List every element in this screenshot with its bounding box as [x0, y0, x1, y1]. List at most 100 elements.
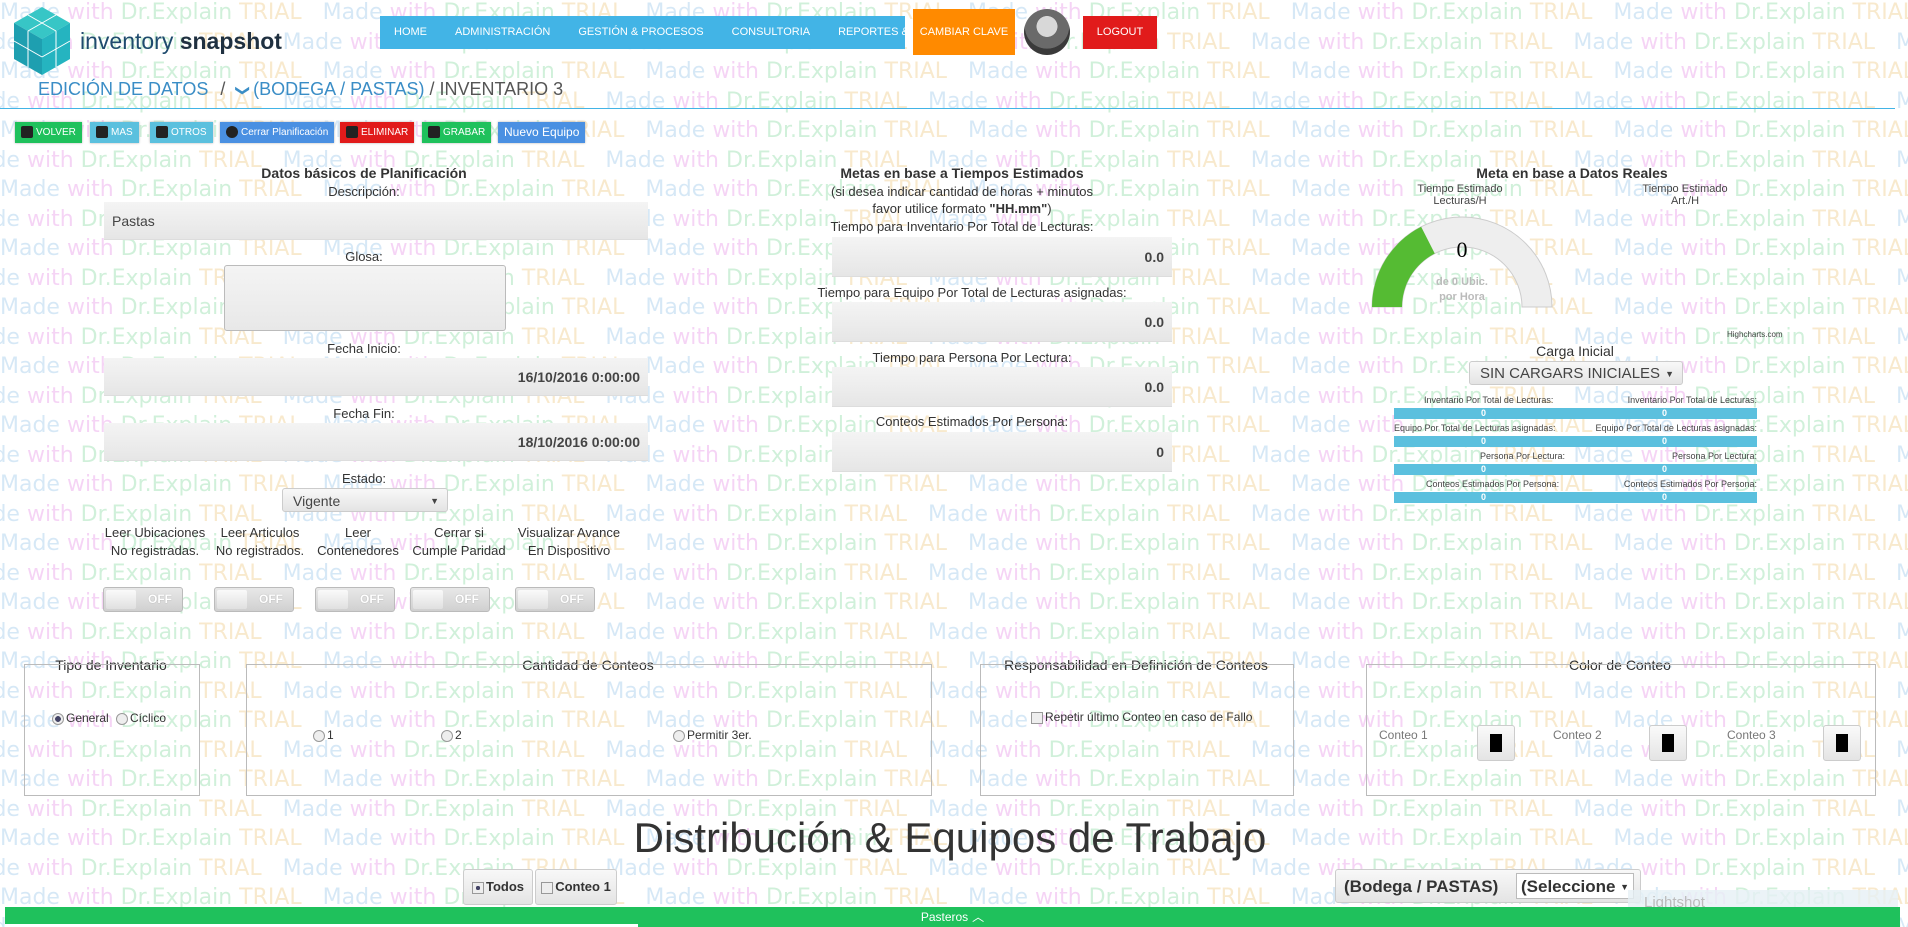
cerrar-planificacion-button[interactable]: Cerrar Planificación	[220, 122, 335, 143]
metas-section-title: Metas en base a Tiempos Estimados	[840, 165, 1084, 181]
briefcase-icon	[96, 126, 108, 139]
highcharts-credit[interactable]: Highcharts.com	[1727, 330, 1783, 339]
radio-3er[interactable]	[673, 729, 685, 742]
conteos-estimados-input[interactable]: 0	[832, 432, 1172, 472]
radio-ciclico[interactable]	[116, 712, 128, 725]
conteo-2-color-button[interactable]	[1649, 725, 1687, 761]
estado-select[interactable]: Vigente ▼	[282, 488, 448, 512]
tiempo-inventario-label: Tiempo para Inventario Por Total de Lect…	[830, 219, 1094, 234]
conteo1-filter-button[interactable]: Conteo 1	[535, 869, 617, 905]
otros-button[interactable]: OTROS	[150, 122, 213, 143]
toggle-label-articulos: Leer Articulos No registrados.	[215, 525, 305, 558]
seleccione-select[interactable]: (Seleccione ▼	[1516, 873, 1634, 899]
carga-inicial-select[interactable]: SIN CARGARS INICIALES ▼	[1469, 361, 1683, 385]
chevron-down-icon[interactable]: ❯	[235, 85, 252, 97]
responsabilidad-box: Repetir último Conteo en caso de Fallo	[980, 664, 1294, 796]
grabar-button[interactable]: GRABAR	[422, 122, 492, 143]
gauge-subtitle-2: por Hora	[1439, 291, 1486, 303]
radio-1[interactable]	[313, 729, 325, 742]
permitir-3er-option[interactable]: Permitir 3er.	[673, 728, 752, 742]
color-conteo-box: Conteo 1 Conteo 2 Conteo 3	[1366, 664, 1876, 796]
radio-general[interactable]	[52, 712, 64, 725]
toggle-cerrar-paridad[interactable]: OFF	[410, 587, 490, 612]
reales-row: Persona Por Lectura: Persona Por Lectura…	[1394, 451, 1757, 479]
page: inventory snapshot HOME ADMINISTRACIÓN G…	[0, 0, 1908, 927]
briefcase-icon	[156, 126, 168, 139]
nav-consultoria[interactable]: CONSULTORIA	[718, 16, 824, 49]
toggle-label-ubicaciones: Leer Ubicaciones No registradas.	[104, 525, 206, 558]
reales-section-title: Meta en base a Datos Reales	[1476, 165, 1668, 181]
repetir-conteo-option[interactable]: Repetir último Conteo en caso de Fallo	[1031, 710, 1252, 724]
tiempo-estimado-art-label: Tiempo Estimado Art./H	[1642, 183, 1728, 207]
tiempo-persona-input[interactable]: 0.0	[832, 367, 1172, 407]
breadcrumb-separator: /	[220, 79, 226, 99]
cantidad-2-option[interactable]: 2	[441, 728, 462, 742]
volver-button[interactable]: VOLVER	[15, 122, 82, 143]
bodega-label: (Bodega / PASTAS)	[1344, 877, 1499, 896]
breadcrumb-current: / INVENTARIO 3	[429, 79, 564, 99]
conteo-1-color-button[interactable]	[1477, 725, 1515, 761]
header-divider	[0, 108, 1895, 109]
toggle-leer-articulos[interactable]: OFF	[214, 587, 294, 612]
reales-row: Inventario Por Total de Lecturas: Invent…	[1394, 395, 1757, 423]
breadcrumb-path[interactable]: (BODEGA / PASTAS)	[253, 79, 424, 99]
nav-administracion[interactable]: ADMINISTRACIÓN	[441, 16, 564, 49]
cantidad-conteos-box: 1 2 Permitir 3er.	[246, 664, 932, 796]
mas-button[interactable]: MAS	[90, 122, 139, 143]
repetir-checkbox[interactable]	[1031, 711, 1043, 724]
fecha-inicio-input[interactable]: 16/10/2016 0:00:00	[104, 358, 648, 396]
logout-button[interactable]: LOGOUT	[1083, 16, 1157, 49]
fecha-fin-label: Fecha Fin:	[333, 406, 395, 421]
reales-row: Equipo Por Total de Lecturas asignadas: …	[1394, 423, 1757, 447]
chevron-up-icon: ︿	[972, 910, 985, 924]
toggle-leer-contenedores[interactable]: OFF	[315, 587, 395, 612]
estado-label: Estado:	[341, 471, 387, 486]
color-swatch	[1836, 734, 1848, 752]
glosa-textarea[interactable]	[224, 265, 506, 331]
fecha-fin-input[interactable]: 18/10/2016 0:00:00	[104, 423, 648, 461]
cambiar-clave-button[interactable]: CAMBIAR CLAVE	[913, 9, 1015, 55]
tiempo-persona-label: Tiempo para Persona Por Lectura:	[872, 350, 1072, 365]
gauge-subtitle-1: de 0 Ubic.	[1436, 276, 1488, 288]
gauge-chart: 0 de 0 Ubic. por Hora	[1371, 216, 1553, 308]
reales-row: Conteos Estimados Por Persona: Conteos E…	[1394, 479, 1757, 507]
tipo-general-option[interactable]: General	[52, 711, 109, 725]
tiempo-equipo-input[interactable]: 0.0	[832, 302, 1172, 342]
toggle-visualizar-avance[interactable]: OFF	[515, 587, 595, 612]
user-save-icon	[428, 126, 440, 139]
toggle-label-contenedores: Leer Contenedores	[317, 525, 399, 558]
basic-section-title: Datos básicos de Planificación	[261, 165, 467, 181]
descripcion-label: Descripción:	[328, 184, 400, 199]
toggle-label-paridad: Cerrar si Cumple Paridad	[412, 525, 506, 558]
conteos-estimados-label: Conteos Estimados Por Persona:	[875, 414, 1069, 429]
breadcrumb-root[interactable]: EDICIÓN DE DATOS	[38, 79, 208, 99]
conteo-3-color-button[interactable]	[1823, 725, 1861, 761]
tiempo-inventario-input[interactable]: 0.0	[832, 237, 1172, 277]
tipo-ciclico-option[interactable]: Cíclico	[116, 711, 166, 725]
user-remove-icon	[346, 126, 358, 139]
logo-cube-icon	[13, 7, 71, 75]
metas-subtitle-2: favor utilice formato "HH.mm")	[872, 201, 1052, 216]
conteo1-checkbox[interactable]	[541, 881, 554, 894]
reales-table: Inventario Por Total de Lecturas: Invent…	[1394, 395, 1757, 507]
descripcion-input[interactable]: Pastas	[104, 202, 648, 240]
todos-filter-button[interactable]: Todos	[463, 869, 533, 905]
tiempo-estimado-lecturas-label: Tiempo Estimado Lecturas/H	[1417, 183, 1503, 207]
conteo-2-label: Conteo 2	[1553, 728, 1602, 742]
eliminar-button[interactable]: ELIMINAR	[340, 122, 415, 143]
gauge-value: 0	[1457, 237, 1468, 262]
circle-icon	[226, 126, 238, 139]
fecha-inicio-label: Fecha Inicio:	[327, 341, 401, 356]
metas-subtitle-1: (si desea indicar cantidad de horas + mi…	[831, 184, 1093, 199]
toggle-leer-ubicaciones[interactable]: OFF	[103, 587, 183, 612]
nav-home[interactable]: HOME	[380, 16, 441, 49]
nav-gestion-procesos[interactable]: GESTIÓN & PROCESOS	[564, 16, 717, 49]
cantidad-1-option[interactable]: 1	[313, 728, 334, 742]
radio-2[interactable]	[441, 729, 453, 742]
todos-checkbox[interactable]	[471, 881, 484, 894]
avatar[interactable]	[1024, 9, 1070, 55]
tiempo-equipo-label: Tiempo para Equipo Por Total de Lecturas…	[817, 285, 1127, 300]
main-navbar: HOME ADMINISTRACIÓN GESTIÓN & PROCESOS C…	[380, 16, 972, 49]
conteo-3-label: Conteo 3	[1727, 728, 1776, 742]
nuevo-equipo-button[interactable]: Nuevo Equipo	[498, 122, 586, 143]
